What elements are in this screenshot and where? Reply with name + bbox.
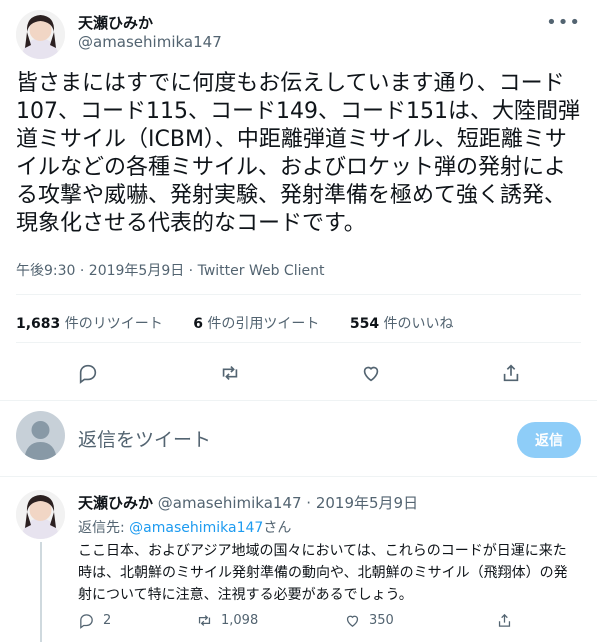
reply-display-name[interactable]: 天瀬ひみか	[78, 494, 153, 512]
display-name[interactable]: 天瀬ひみか	[78, 12, 153, 33]
retweets-count: 1,683	[16, 316, 61, 332]
reply-reply-action[interactable]: 2	[78, 612, 111, 629]
retweets-label: 件のリツイート	[64, 316, 163, 332]
share-icon	[498, 613, 511, 627]
tweet-timestamp[interactable]: 午後9:30 · 2019年5月9日 · Twitter Web Client	[16, 260, 324, 280]
likes-count: 554	[349, 316, 380, 332]
tweet-actions	[0, 360, 597, 386]
reply-to-prefix: 返信先:	[78, 520, 130, 536]
reply-share-action[interactable]	[496, 612, 521, 629]
reply-avatar[interactable]	[16, 490, 65, 539]
retweet-icon	[198, 615, 211, 626]
reply-text: ここ日本、およびアジア地域の国々においては、これらのコードが日運に来た時は、北朝…	[78, 543, 568, 603]
reply-retweet-action[interactable]: 1,098	[196, 612, 258, 629]
tweet-detail-view: 天瀬ひみか @amasehimika147 ••• 皆さまにはすでに何度もお伝え…	[0, 0, 597, 642]
like-count: 350	[369, 613, 394, 628]
reply-to-suffix: さん	[263, 520, 292, 536]
reply-icon	[80, 614, 93, 629]
avatar[interactable]	[16, 10, 65, 59]
reply-icon[interactable]	[75, 360, 101, 386]
avatar-image	[16, 10, 65, 59]
divider	[16, 342, 581, 343]
default-avatar-icon	[24, 421, 57, 460]
avatar-image	[16, 490, 65, 539]
thread-line	[40, 542, 42, 642]
more-icon[interactable]: •••	[546, 12, 581, 33]
tweet-stats: 1,683 件のリツイート 6 件の引用ツイート 554 件のいいね	[16, 313, 480, 333]
retweet-icon[interactable]	[217, 360, 243, 386]
user-handle[interactable]: @amasehimika147	[78, 33, 222, 51]
current-user-avatar[interactable]	[16, 411, 65, 460]
reply-like-action[interactable]: 350	[344, 612, 394, 629]
divider	[16, 294, 581, 295]
quotes-label: 件の引用ツイート	[207, 316, 320, 332]
reply-header: 天瀬ひみか @amasehimika147 · 2019年5月9日	[78, 492, 418, 513]
reply-input[interactable]: 返信をツイート	[78, 425, 211, 452]
quotes-stat[interactable]: 6 件の引用ツイート	[193, 316, 319, 332]
retweet-count: 1,098	[221, 613, 259, 628]
divider	[0, 400, 597, 401]
share-icon[interactable]	[498, 360, 524, 386]
retweets-stat[interactable]: 1,683 件のリツイート	[16, 316, 163, 332]
like-icon[interactable]	[358, 360, 384, 386]
likes-label: 件のいいね	[383, 316, 454, 332]
reply-to-handle-link[interactable]: @amasehimika147	[129, 520, 263, 536]
like-icon	[346, 615, 359, 627]
reply-button[interactable]: 返信	[517, 422, 581, 458]
reply-count: 2	[103, 613, 112, 628]
tweet-text: 皆さまにはすでに何度もお伝えしています通り、コード107、コード115、コード1…	[16, 71, 580, 236]
reply-handle-date[interactable]: @amasehimika147 · 2019年5月9日	[158, 494, 418, 512]
reply-to-line: 返信先: @amasehimika147さん	[78, 517, 291, 537]
divider	[0, 476, 597, 477]
quotes-count: 6	[193, 316, 203, 332]
likes-stat[interactable]: 554 件のいいね	[350, 316, 454, 332]
